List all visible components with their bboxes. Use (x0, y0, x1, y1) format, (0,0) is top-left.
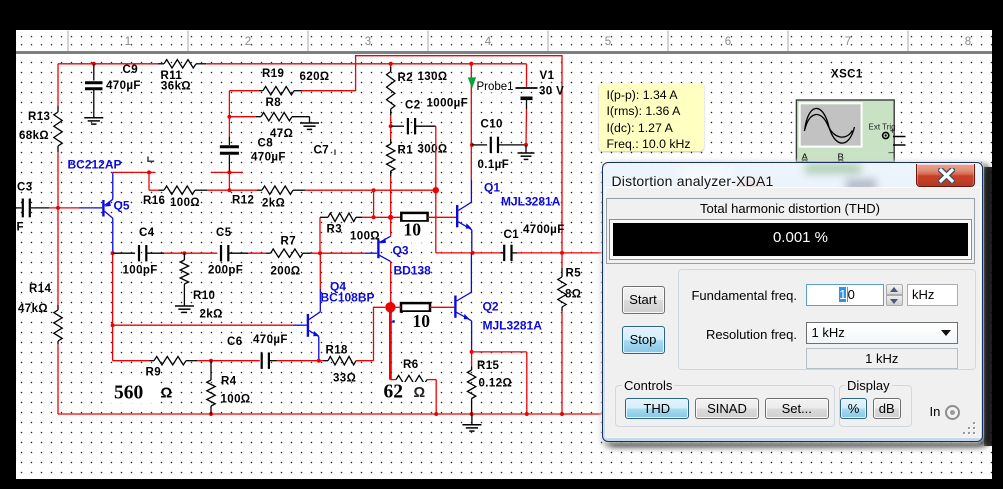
svg-text:R4: R4 (221, 376, 237, 388)
svg-text:620Ω: 620Ω (300, 71, 330, 83)
svg-text:R15: R15 (477, 360, 500, 372)
svg-text:47kΩ: 47kΩ (18, 303, 48, 315)
svg-text:4700µF: 4700µF (523, 224, 565, 236)
svg-text:_: _ (888, 143, 895, 153)
svg-text:6: 6 (725, 36, 731, 48)
svg-text:Q2: Q2 (483, 300, 499, 314)
svg-text:2: 2 (245, 36, 251, 48)
svg-text:47Ω: 47Ω (270, 128, 293, 140)
svg-text:R13: R13 (28, 111, 50, 123)
svg-text:Ω: Ω (414, 385, 426, 401)
svg-text:R2: R2 (398, 72, 414, 84)
svg-text:2kΩ: 2kΩ (200, 309, 223, 321)
svg-text:BC108BP: BC108BP (321, 291, 375, 305)
svg-text:R12: R12 (232, 195, 254, 207)
svg-text:0.12Ω: 0.12Ω (479, 378, 513, 390)
svg-text:C4: C4 (139, 227, 155, 239)
svg-text:MJL3281A: MJL3281A (501, 195, 561, 209)
svg-text:BD138: BD138 (394, 264, 432, 278)
svg-text:R8: R8 (266, 97, 282, 109)
svg-text:36kΩ: 36kΩ (161, 81, 191, 93)
svg-text:R18: R18 (326, 345, 349, 357)
svg-text:130Ω: 130Ω (418, 71, 448, 83)
svg-text:0.1µF: 0.1µF (478, 159, 510, 171)
svg-text:R16: R16 (143, 195, 165, 207)
svg-text:100Ω: 100Ω (221, 394, 251, 406)
svg-text:33Ω: 33Ω (333, 373, 356, 385)
svg-text:C6: C6 (227, 336, 243, 348)
svg-text:100Ω: 100Ω (170, 197, 200, 209)
svg-text:100pF: 100pF (123, 265, 158, 277)
svg-text:470µF: 470µF (251, 152, 286, 164)
svg-text:Q5: Q5 (114, 199, 130, 213)
svg-text:5: 5 (605, 36, 611, 48)
svg-text:3: 3 (365, 36, 371, 48)
svg-text:C3: C3 (17, 182, 33, 194)
svg-text:2kΩ: 2kΩ (262, 198, 285, 210)
svg-text:62: 62 (384, 382, 404, 403)
svg-text:Q3: Q3 (393, 244, 409, 258)
svg-text:10: 10 (413, 311, 431, 331)
svg-text:1: 1 (125, 36, 131, 48)
svg-text:R5: R5 (566, 268, 582, 280)
svg-text:4: 4 (485, 36, 492, 48)
svg-text:100Ω: 100Ω (350, 231, 380, 243)
svg-text:+: + (890, 126, 895, 136)
svg-text:R14: R14 (29, 283, 52, 295)
svg-text:V1: V1 (540, 70, 555, 82)
svg-text:C1: C1 (504, 229, 520, 241)
svg-text:30 V: 30 V (539, 86, 564, 98)
svg-text:C2: C2 (405, 100, 421, 112)
svg-text:R10: R10 (193, 290, 215, 302)
svg-text:C10: C10 (481, 119, 503, 131)
svg-text:1000µF: 1000µF (427, 98, 469, 110)
svg-text:Probe1: Probe1 (477, 81, 514, 93)
svg-text:R7: R7 (281, 236, 297, 248)
svg-text:68kΩ: 68kΩ (19, 130, 49, 142)
svg-text:470µF: 470µF (253, 334, 288, 346)
svg-text:200Ω: 200Ω (271, 266, 301, 278)
svg-text:XSC1: XSC1 (831, 69, 863, 81)
svg-text:R6: R6 (403, 359, 419, 371)
svg-text:Ω: Ω (161, 386, 173, 402)
svg-text:C9: C9 (123, 64, 139, 76)
svg-text:300Ω: 300Ω (418, 144, 448, 156)
svg-text:R3: R3 (327, 224, 343, 236)
svg-text:R19: R19 (262, 68, 284, 80)
svg-text:560: 560 (114, 383, 143, 404)
svg-text:MJL3281A: MJL3281A (483, 319, 543, 333)
svg-text:7: 7 (845, 36, 851, 48)
svg-text:470µF: 470µF (106, 80, 141, 92)
svg-text:Q1: Q1 (484, 181, 500, 195)
svg-text:8: 8 (965, 36, 971, 48)
svg-text:R1: R1 (398, 145, 414, 157)
svg-text:10: 10 (404, 220, 422, 240)
svg-text:F: F (17, 222, 24, 234)
svg-text:C5: C5 (216, 227, 232, 239)
svg-text:BC212AP: BC212AP (68, 158, 122, 172)
svg-text:C7: C7 (314, 145, 330, 157)
svg-text:200pF: 200pF (208, 265, 243, 277)
svg-text:8Ω: 8Ω (565, 289, 581, 301)
svg-text:R9: R9 (146, 367, 162, 379)
